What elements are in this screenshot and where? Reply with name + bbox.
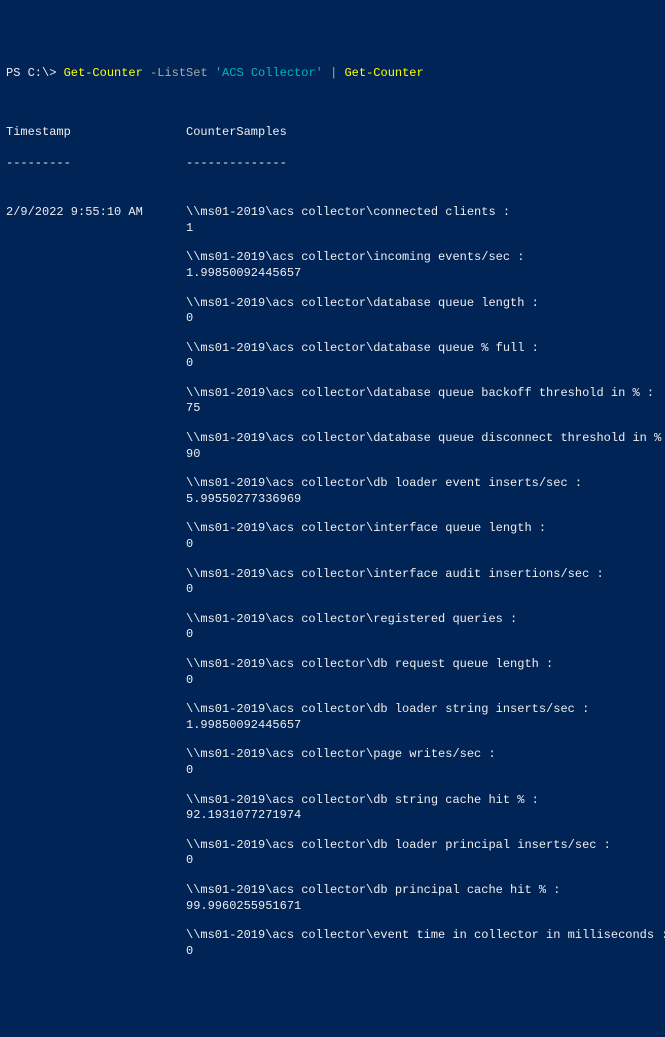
cmdlet-get-counter-2: Get-Counter xyxy=(344,66,423,80)
output-header-row: Timestamp CounterSamples xyxy=(6,125,659,141)
counter-value: 92.1931077271974 xyxy=(186,808,665,824)
counter-path: \\ms01-2019\acs collector\db loader stri… xyxy=(186,702,665,718)
counter-entry: \\ms01-2019\acs collector\interface queu… xyxy=(186,521,665,552)
counter-value: 0 xyxy=(186,853,665,869)
counter-path: \\ms01-2019\acs collector\interface audi… xyxy=(186,567,665,583)
counter-entry: \\ms01-2019\acs collector\database queue… xyxy=(186,296,665,327)
counter-path: \\ms01-2019\acs collector\db loader even… xyxy=(186,476,665,492)
counter-entry: \\ms01-2019\acs collector\db string cach… xyxy=(186,793,665,824)
counter-entry: \\ms01-2019\acs collector\db loader prin… xyxy=(186,838,665,869)
counter-value: 0 xyxy=(186,356,665,372)
counter-entry: \\ms01-2019\acs collector\interface audi… xyxy=(186,567,665,598)
output-header-separators: --------- -------------- xyxy=(6,156,659,172)
counter-path: \\ms01-2019\acs collector\database queue… xyxy=(186,431,665,447)
counter-path: \\ms01-2019\acs collector\connected clie… xyxy=(186,205,665,221)
counter-value: 0 xyxy=(186,944,665,960)
counter-value: 5.99550277336969 xyxy=(186,492,665,508)
counter-entry: \\ms01-2019\acs collector\db principal c… xyxy=(186,883,665,914)
timestamp-value: 2/9/2022 9:55:10 AM xyxy=(6,205,186,221)
counter-entry: \\ms01-2019\acs collector\incoming event… xyxy=(186,250,665,281)
counter-entry: \\ms01-2019\acs collector\db loader stri… xyxy=(186,702,665,733)
command-prompt-line[interactable]: PS C:\> Get-Counter -ListSet 'ACS Collec… xyxy=(6,66,659,82)
counter-entry: \\ms01-2019\acs collector\page writes/se… xyxy=(186,747,665,778)
counter-samples-block: \\ms01-2019\acs collector\connected clie… xyxy=(186,205,665,959)
counter-value: 1.99850092445657 xyxy=(186,718,665,734)
counter-path: \\ms01-2019\acs collector\event time in … xyxy=(186,928,665,944)
counter-path: \\ms01-2019\acs collector\database queue… xyxy=(186,341,665,357)
output-data-row: 2/9/2022 9:55:10 AM \\ms01-2019\acs coll… xyxy=(6,205,659,959)
counter-path: \\ms01-2019\acs collector\incoming event… xyxy=(186,250,665,266)
counter-entry: \\ms01-2019\acs collector\registered que… xyxy=(186,612,665,643)
counter-path: \\ms01-2019\acs collector\database queue… xyxy=(186,386,665,402)
counter-value: 99.9960255951671 xyxy=(186,899,665,915)
counter-value: 75 xyxy=(186,401,665,417)
cmdlet-get-counter-1: Get-Counter xyxy=(64,66,143,80)
counter-entry: \\ms01-2019\acs collector\db request que… xyxy=(186,657,665,688)
counter-value: 1.99850092445657 xyxy=(186,266,665,282)
counter-value: 0 xyxy=(186,627,665,643)
counter-value: 0 xyxy=(186,673,665,689)
separator-timestamp: --------- xyxy=(6,156,186,172)
counter-entry: \\ms01-2019\acs collector\db loader even… xyxy=(186,476,665,507)
counter-value: 1 xyxy=(186,221,665,237)
counter-value: 90 xyxy=(186,447,665,463)
counter-path: \\ms01-2019\acs collector\db principal c… xyxy=(186,883,665,899)
counter-path: \\ms01-2019\acs collector\db request que… xyxy=(186,657,665,673)
counter-entry: \\ms01-2019\acs collector\database queue… xyxy=(186,431,665,462)
string-acs-collector: 'ACS Collector' xyxy=(215,66,323,80)
counter-path: \\ms01-2019\acs collector\registered que… xyxy=(186,612,665,628)
counter-path: \\ms01-2019\acs collector\database queue… xyxy=(186,296,665,312)
counter-value: 0 xyxy=(186,311,665,327)
prompt-prefix: PS C:\> xyxy=(6,66,64,80)
counter-path: \\ms01-2019\acs collector\db loader prin… xyxy=(186,838,665,854)
counter-entry: \\ms01-2019\acs collector\database queue… xyxy=(186,386,665,417)
header-countersamples: CounterSamples xyxy=(186,125,659,141)
counter-entry: \\ms01-2019\acs collector\connected clie… xyxy=(186,205,665,236)
counter-value: 0 xyxy=(186,537,665,553)
counter-path: \\ms01-2019\acs collector\page writes/se… xyxy=(186,747,665,763)
counter-path: \\ms01-2019\acs collector\db string cach… xyxy=(186,793,665,809)
counter-value: 0 xyxy=(186,582,665,598)
counter-value: 0 xyxy=(186,763,665,779)
separator-countersamples: -------------- xyxy=(186,156,659,172)
pipe-operator: | xyxy=(323,66,345,80)
counter-entry: \\ms01-2019\acs collector\event time in … xyxy=(186,928,665,959)
counter-path: \\ms01-2019\acs collector\interface queu… xyxy=(186,521,665,537)
param-listset: -ListSet xyxy=(143,66,215,80)
counter-entry: \\ms01-2019\acs collector\database queue… xyxy=(186,341,665,372)
header-timestamp: Timestamp xyxy=(6,125,186,141)
